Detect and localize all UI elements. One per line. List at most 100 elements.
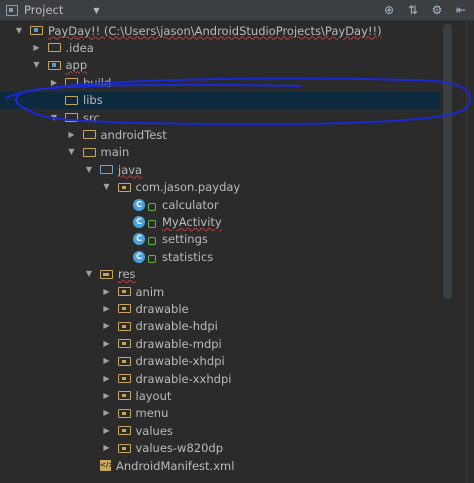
tree-item-label: .idea [65, 40, 94, 55]
lock-icon [148, 237, 156, 246]
tree-row-libs[interactable]: libs [0, 91, 440, 109]
tree-item-label: PayDay!! (C:\Users\jason\AndroidStudioPr… [48, 23, 382, 38]
folder-icon [65, 95, 78, 105]
resource-dir-icon [117, 339, 131, 349]
tree-row-drawable-hdpi[interactable]: ▶ drawable-hdpi [0, 318, 440, 335]
tree-row-values[interactable]: ▶ values [0, 422, 440, 439]
folder-icon [65, 113, 78, 122]
tree-item-label: drawable-mdpi [135, 336, 222, 351]
vertical-scrollbar[interactable] [443, 24, 452, 299]
tree-row-values-w820dp[interactable]: ▶ values-w820dp [0, 440, 440, 457]
expand-arrow-down-icon[interactable]: ▼ [84, 165, 94, 175]
expand-arrow-right-icon[interactable]: ▶ [102, 408, 112, 418]
expand-arrow-right-icon[interactable]: ▶ [102, 287, 112, 297]
java-class-icon: C [133, 198, 145, 211]
tree-row-androidtest[interactable]: ▶ androidTest [0, 126, 440, 143]
tree-row-myactivity[interactable]: C MyActivity [0, 213, 440, 230]
lock-icon [148, 202, 156, 211]
expand-arrow-right-icon[interactable]: ▶ [32, 43, 42, 53]
tree-item-label: values [135, 423, 173, 438]
folder-icon [65, 78, 78, 88]
tree-row-layout[interactable]: ▶ layout [0, 387, 440, 404]
expand-arrow-down-icon[interactable]: ▼ [67, 147, 77, 157]
tree-item-label: build [83, 75, 112, 90]
expand-arrow-down-icon[interactable]: ▼ [14, 26, 24, 36]
arrow-placeholder [49, 95, 59, 105]
resource-dir-icon [117, 287, 131, 296]
expand-arrow-right-icon[interactable]: ▶ [102, 374, 112, 384]
tree-row-settings[interactable]: Csettings [0, 231, 440, 248]
expand-arrow-right-icon[interactable]: ▶ [102, 391, 112, 401]
tree-row-payday-[interactable]: ▼ PayDay!! (C:\Users\jason\AndroidStudioP… [0, 22, 440, 39]
resource-dir-icon [117, 374, 131, 383]
settings-gear-icon[interactable]: ⚙ [430, 3, 444, 17]
tree-item-label: drawable [135, 301, 189, 316]
java-class-icon: C [133, 250, 145, 263]
tree-row-app[interactable]: ▼ app [0, 57, 440, 74]
scroll-from-source-icon[interactable]: ⊕ [382, 3, 396, 17]
tree-row-src[interactable]: ▼ src [0, 109, 440, 126]
resource-dir-icon [117, 391, 131, 401]
tree-item-label: drawable-xhdpi [135, 354, 225, 369]
tree-item-label: src [83, 110, 100, 125]
tree-row-java[interactable]: ▼ java [0, 161, 440, 178]
resource-dir-icon [117, 408, 131, 418]
tree-row-build[interactable]: ▶ build [0, 74, 440, 91]
tree-row-drawable-xxhdpi[interactable]: ▶ drawable-xxhdpi [0, 370, 440, 387]
expand-arrow-down-icon[interactable]: ▼ [102, 182, 112, 192]
tree-item-label: drawable-hdpi [135, 319, 218, 334]
view-selector-label: Project [24, 3, 64, 17]
expand-arrow-down-icon[interactable]: ▼ [84, 269, 94, 279]
lock-icon [148, 219, 156, 228]
folder-icon [47, 43, 61, 53]
tree-item-label: java [118, 162, 143, 177]
resource-dir-icon [117, 356, 131, 366]
tree-item-label: drawable-xxhdpi [135, 371, 232, 386]
tree-row-drawable-xhdpi[interactable]: ▶ drawable-xhdpi [0, 353, 440, 370]
tree-item-label: settings [162, 232, 208, 247]
expand-arrow-right-icon[interactable]: ▶ [102, 339, 112, 349]
header-toolbar: ⊕ ⇅ ⚙ ⇤ [382, 2, 468, 18]
tree-row-calculator[interactable]: Ccalculator [0, 196, 440, 213]
folder-icon [82, 130, 96, 140]
tree-item-label: MyActivity [162, 214, 222, 229]
tree-row-androidmanifest-xml[interactable]: </> AndroidManifest.xml [0, 457, 440, 474]
tree-row-main[interactable]: ▼ main [0, 144, 440, 161]
tree-row-anim[interactable]: ▶ anim [0, 283, 440, 300]
tree-item-label: values-w820dp [135, 441, 224, 456]
tree-item-label: main [100, 145, 130, 160]
java-class-icon: C [133, 215, 145, 228]
expand-arrow-right-icon[interactable]: ▶ [49, 78, 59, 88]
tree-row-com-jason-payday[interactable]: ▼ com.jason.payday [0, 179, 440, 196]
expand-arrow-right-icon[interactable]: ▶ [102, 304, 112, 314]
tree-item-label: app [65, 58, 88, 73]
expand-arrow-right-icon[interactable]: ▶ [102, 356, 112, 366]
expand-arrow-down-icon[interactable]: ▼ [49, 113, 59, 123]
tree-row-statistics[interactable]: Cstatistics [0, 248, 440, 265]
project-panel-header: Project ▼ ⊕ ⇅ ⚙ ⇤ [0, 0, 474, 21]
expand-arrow-down-icon[interactable]: ▼ [32, 60, 42, 70]
expand-arrow-right-icon[interactable]: ▶ [102, 443, 112, 453]
tree-row-drawable-mdpi[interactable]: ▶ drawable-mdpi [0, 335, 440, 352]
collapse-all-icon[interactable]: ⇅ [406, 3, 420, 17]
project-view-icon [6, 4, 18, 16]
expand-arrow-right-icon[interactable]: ▶ [67, 130, 77, 140]
arrow-placeholder [119, 200, 129, 210]
tree-row-menu[interactable]: ▶ menu [0, 405, 440, 422]
expand-arrow-right-icon[interactable]: ▶ [102, 321, 112, 331]
tree-item-label: libs [83, 93, 103, 108]
panel-divider [466, 0, 467, 483]
tree-item-label: statistics [162, 249, 214, 264]
tree-item-label: com.jason.payday [135, 180, 241, 195]
expand-arrow-right-icon[interactable]: ▶ [102, 426, 112, 436]
arrow-placeholder [119, 234, 129, 244]
lock-icon [148, 254, 156, 263]
tree-row--idea[interactable]: ▶ .idea [0, 39, 440, 56]
tree-item-label: res [118, 267, 136, 282]
view-selector-dropdown[interactable]: Project ▼ [6, 2, 100, 18]
tree-row-res[interactable]: ▼ res [0, 266, 440, 283]
tree-row-drawable[interactable]: ▶ drawable [0, 300, 440, 317]
tree-item-label: anim [135, 284, 165, 299]
resource-folder-icon [100, 269, 113, 279]
resource-dir-icon [117, 426, 131, 436]
